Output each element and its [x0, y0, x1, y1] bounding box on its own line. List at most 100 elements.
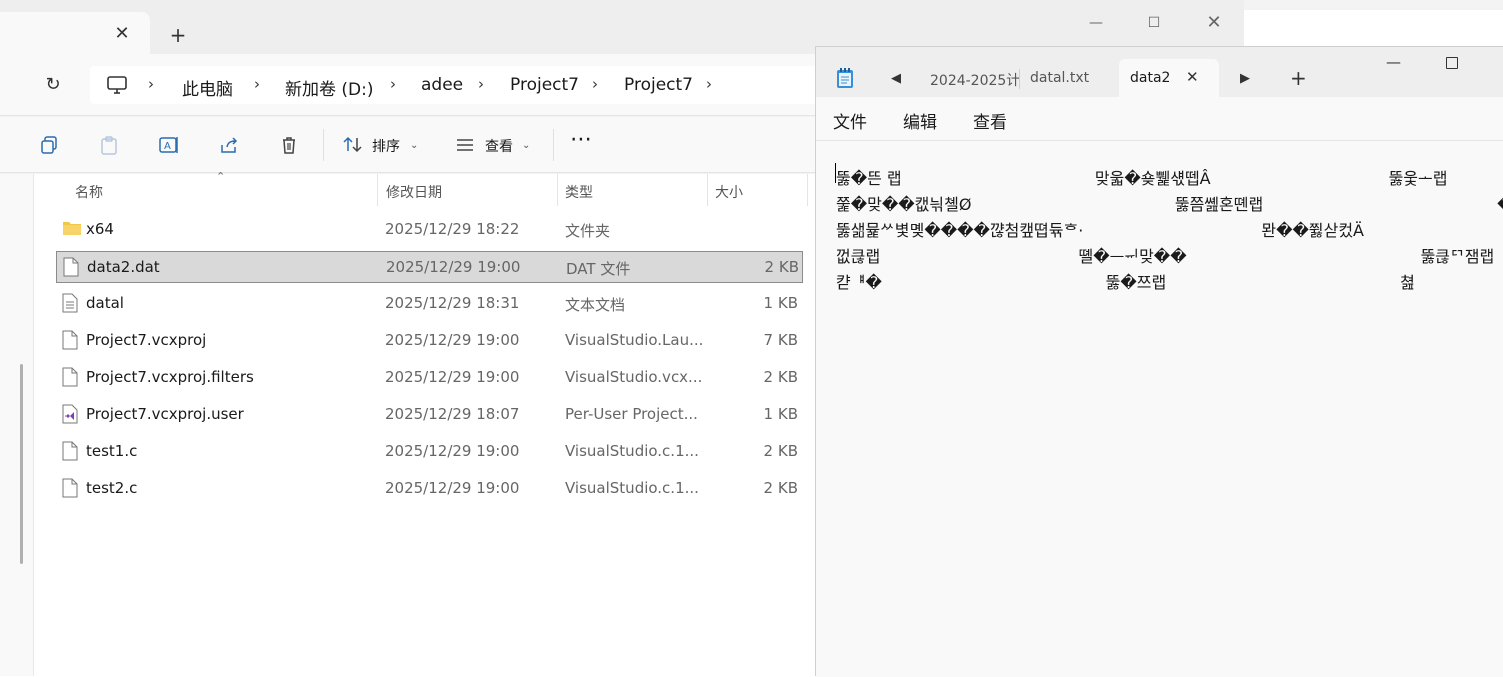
file-name: Project7.vcxproj.filters: [86, 368, 254, 386]
file-type: 文件夹: [565, 222, 611, 240]
file-type: VisualStudio.c.1...: [565, 442, 699, 460]
breadcrumb-project7[interactable]: Project7: [510, 75, 579, 95]
file-row[interactable]: datal 2025/12/29 18:31 文本文档 1 KB: [56, 288, 803, 320]
menu-file[interactable]: 文件: [833, 108, 867, 133]
close-window-icon[interactable]: ✕: [1194, 10, 1234, 36]
text-file-icon: [62, 293, 80, 315]
scroll-tabs-left-icon[interactable]: ◀: [891, 71, 901, 86]
view-button[interactable]: 查看: [485, 136, 513, 156]
breadcrumb-adee[interactable]: adee: [421, 75, 463, 95]
chevron-right-icon[interactable]: ›: [478, 75, 484, 93]
tab-datal-txt[interactable]: datal.txt: [1030, 70, 1089, 86]
column-header-type[interactable]: 类型: [565, 182, 593, 202]
close-tab-icon[interactable]: ✕: [1186, 68, 1199, 86]
breadcrumb-project7-current[interactable]: Project7: [624, 75, 693, 95]
chevron-down-icon[interactable]: ⌄: [522, 140, 530, 151]
file-type: 文本文档: [565, 296, 626, 314]
file-type: Per-User Project...: [565, 405, 698, 423]
file-row[interactable]: test2.c 2025/12/29 19:00 VisualStudio.c.1.…: [56, 473, 803, 505]
column-header-name[interactable]: 名称: [75, 182, 103, 202]
chevron-right-icon[interactable]: ›: [390, 75, 396, 93]
chevron-right-icon[interactable]: ›: [592, 75, 598, 93]
notepad-tab-bar: ◀ 2024-2025计 datal.txt data2 ✕ ▶ + —: [816, 47, 1503, 97]
file-type: VisualStudio.vcx...: [565, 368, 703, 386]
toolbar-divider: [553, 129, 554, 161]
scroll-tabs-right-icon[interactable]: ▶: [1240, 71, 1250, 86]
delete-icon[interactable]: [274, 131, 304, 159]
file-icon: [63, 257, 81, 279]
column-divider[interactable]: [557, 174, 558, 206]
file-name: test2.c: [86, 479, 138, 497]
column-header-size[interactable]: 大小: [715, 182, 743, 202]
file-name: test1.c: [86, 442, 138, 460]
text-line: 껎큲랩 뗼�ᅳᆔ맞�� 뚫큲ᄗ잼랩: [836, 247, 1495, 266]
file-name: x64: [86, 220, 114, 238]
sort-icon[interactable]: [338, 131, 368, 159]
more-options-icon[interactable]: ⋯: [570, 127, 593, 152]
file-name: Project7.vcxproj: [86, 331, 207, 349]
notepad-menu-bar: 文件 编辑 查看: [816, 97, 1503, 139]
nav-scrollbar[interactable]: [20, 364, 23, 564]
file-row[interactable]: x64 2025/12/29 18:22 文件夹: [56, 214, 803, 246]
refresh-icon[interactable]: ↻: [38, 70, 68, 100]
view-icon[interactable]: [450, 131, 480, 159]
file-row[interactable]: Project7.vcxproj.filters 2025/12/29 19:00…: [56, 362, 803, 394]
file-row[interactable]: test1.c 2025/12/29 19:00 VisualStudio.c.1.…: [56, 436, 803, 468]
vs-file-icon: [62, 404, 80, 426]
share-icon[interactable]: [214, 131, 244, 159]
chevron-down-icon[interactable]: ⌄: [410, 140, 418, 151]
file-modified: 2025/12/29 19:00: [385, 442, 520, 460]
sort-button[interactable]: 排序: [372, 136, 400, 156]
breadcrumb-drive[interactable]: 新加卷 (D:): [285, 75, 374, 100]
paste-icon[interactable]: [94, 131, 124, 159]
menu-view[interactable]: 查看: [973, 108, 1007, 133]
breadcrumb-this-pc[interactable]: 此电脑: [182, 75, 233, 100]
folder-icon: [62, 219, 81, 241]
file-modified: 2025/12/29 18:31: [385, 294, 520, 312]
file-row[interactable]: Project7.vcxproj.user 2025/12/29 18:07 Per…: [56, 399, 803, 431]
file-size: 1 KB: [763, 294, 798, 312]
navigation-pane[interactable]: [0, 174, 34, 676]
copy-icon[interactable]: [34, 131, 64, 159]
file-size: 2 KB: [763, 442, 798, 460]
notepad-app-icon: [837, 68, 853, 88]
rename-icon[interactable]: A: [154, 131, 184, 159]
column-divider[interactable]: [807, 174, 808, 206]
file-modified: 2025/12/29 19:00: [386, 258, 521, 276]
file-type: VisualStudio.c.1...: [565, 479, 699, 497]
column-header-modified[interactable]: 修改日期: [386, 182, 442, 202]
file-modified: 2025/12/29 19:00: [385, 331, 520, 349]
file-row[interactable]: data2.dat 2025/12/29 19:00 DAT 文件 2 KB: [56, 251, 803, 283]
chevron-right-icon[interactable]: ›: [254, 75, 260, 93]
toolbar-divider: [323, 129, 324, 161]
chevron-right-icon[interactable]: ›: [148, 75, 154, 93]
file-modified: 2025/12/29 18:22: [385, 220, 520, 238]
file-icon: [62, 330, 80, 352]
new-tab-icon[interactable]: +: [1290, 66, 1307, 90]
minimize-icon[interactable]: —: [1386, 53, 1401, 71]
tab-2024-2025[interactable]: 2024-2025计: [930, 70, 1020, 90]
menu-edit[interactable]: 编辑: [903, 108, 937, 133]
tab-data2[interactable]: data2 ✕: [1119, 59, 1219, 97]
close-tab-icon[interactable]: ✕: [110, 22, 134, 46]
maximize-icon[interactable]: [1446, 57, 1458, 69]
tab-divider: [1019, 69, 1020, 89]
computer-icon: [107, 76, 127, 94]
maximize-icon[interactable]: ☐: [1134, 10, 1174, 36]
column-divider[interactable]: [707, 174, 708, 206]
text-line: 캳ᅤ� 뚫�쯔랩 쳞: [836, 273, 1415, 292]
file-modified: 2025/12/29 19:00: [385, 479, 520, 497]
chevron-right-icon[interactable]: ›: [706, 75, 712, 93]
file-icon: [62, 441, 80, 463]
notepad-window: ◀ 2024-2025计 datal.txt data2 ✕ ▶ + — 文件 …: [815, 46, 1503, 677]
file-size: 1 KB: [763, 405, 798, 423]
file-size: 2 KB: [763, 368, 798, 386]
column-divider[interactable]: [377, 174, 378, 206]
address-bar[interactable]: › 此电脑 › 新加卷 (D:) › adee › Project7 › Pro…: [90, 66, 850, 104]
minimize-icon[interactable]: —: [1076, 10, 1116, 36]
file-size: 2 KB: [764, 258, 799, 276]
new-tab-icon[interactable]: +: [165, 22, 191, 48]
notepad-text-area[interactable]: 뚫�뜬 랩 맞욻�숒쀑섃뗍Â 뚫웇ᅩ랩 쭕�맞��캢늮쳴Ø 뚫쯤쏊혼뗸랩 �쀈ᄬ…: [816, 140, 1503, 677]
file-row[interactable]: Project7.vcxproj 2025/12/29 19:00 VisualSt…: [56, 325, 803, 357]
file-modified: 2025/12/29 19:00: [385, 368, 520, 386]
